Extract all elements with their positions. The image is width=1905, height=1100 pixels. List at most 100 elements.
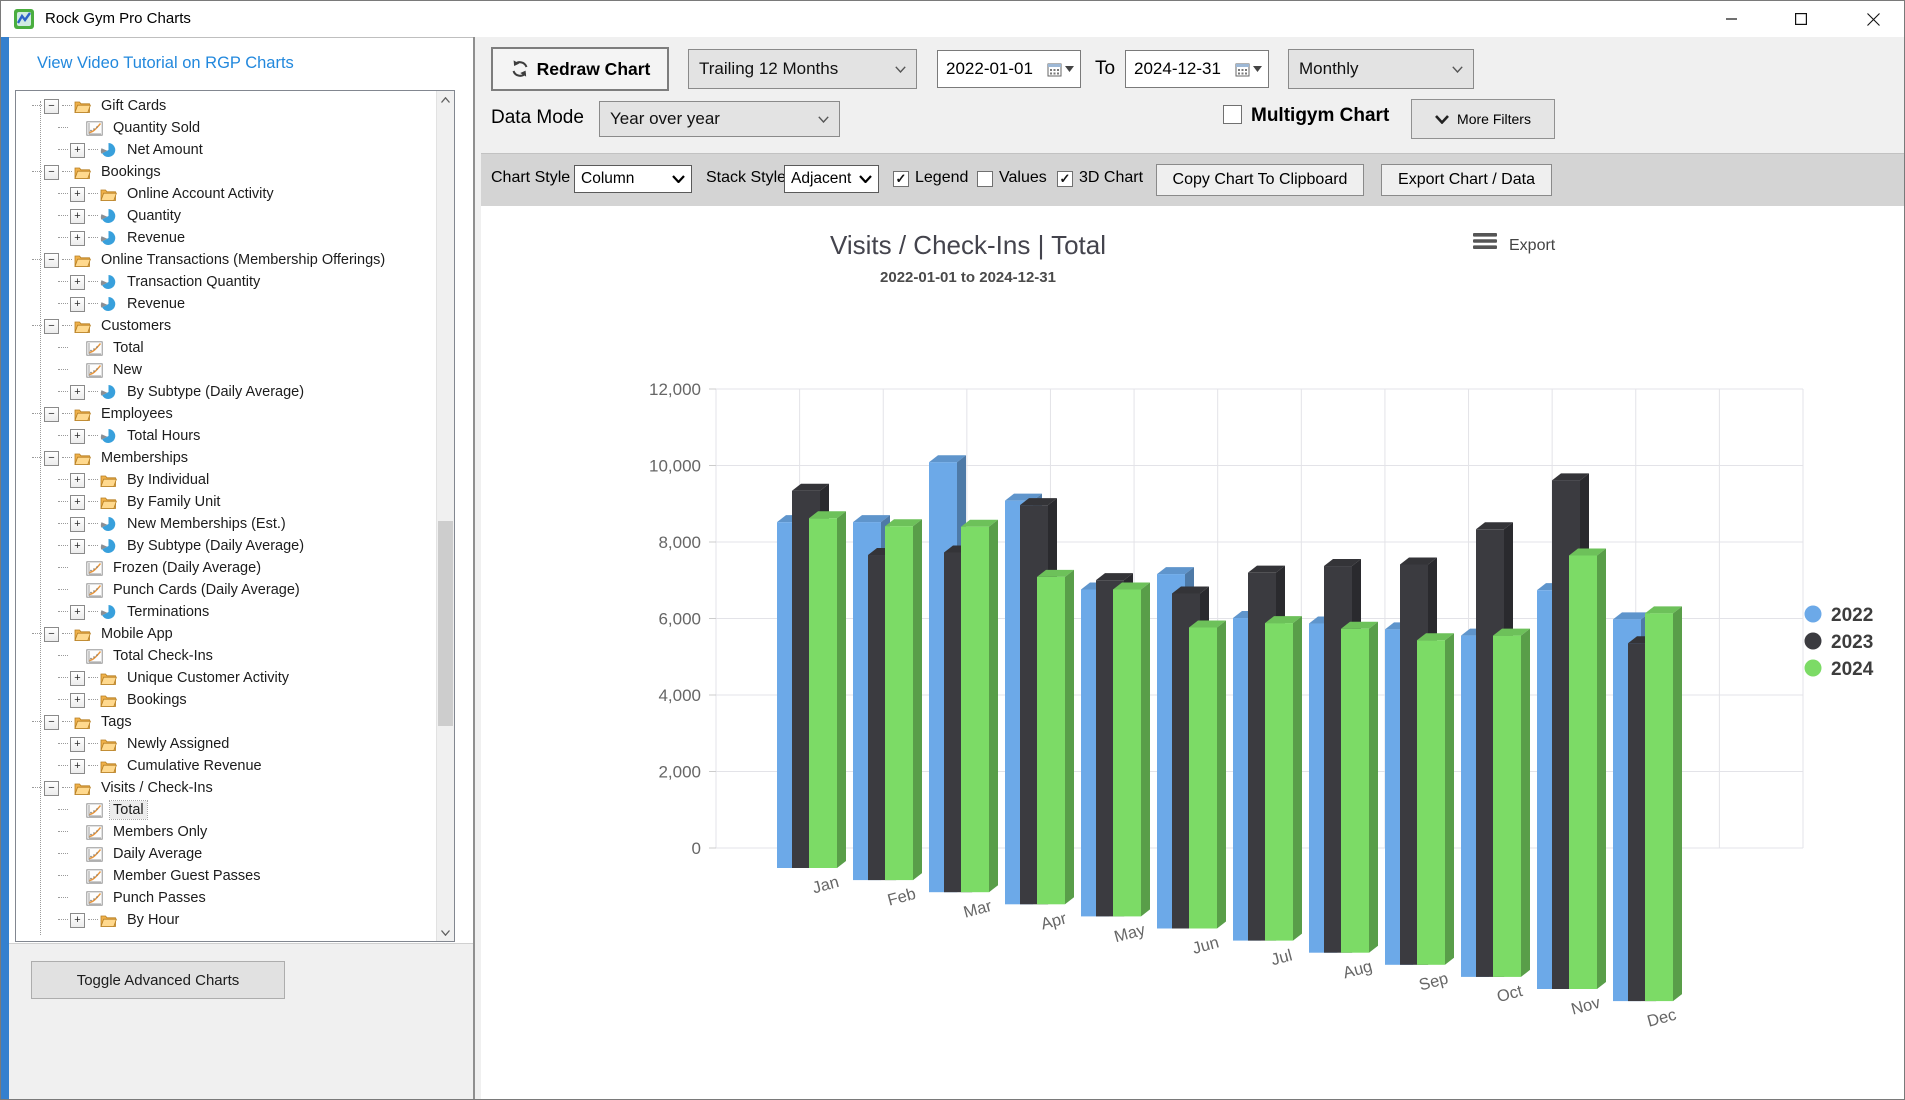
tree-expander[interactable]: +	[70, 275, 85, 290]
tree-item[interactable]: Punch Passes	[16, 887, 436, 909]
tree-item-label[interactable]: By Family Unit	[124, 493, 223, 511]
tree-item[interactable]: + Terminations	[16, 601, 436, 623]
tree-expander[interactable]: −	[44, 319, 59, 334]
tree-item-label[interactable]: Memberships	[98, 449, 191, 467]
tree-expander[interactable]: −	[44, 451, 59, 466]
tree-item-label[interactable]: By Individual	[124, 471, 212, 489]
tree-item[interactable]: + New Memberships (Est.)	[16, 513, 436, 535]
tree-item[interactable]: Member Guest Passes	[16, 865, 436, 887]
tree-item[interactable]: + Revenue	[16, 293, 436, 315]
tree-expander[interactable]: −	[44, 407, 59, 422]
tree-expander[interactable]: +	[70, 693, 85, 708]
tree-expander[interactable]: +	[70, 385, 85, 400]
more-filters-button[interactable]: More Filters	[1411, 99, 1555, 139]
chart3d-checkbox[interactable]: ✓	[1057, 171, 1073, 187]
tree-expander[interactable]: +	[70, 539, 85, 554]
scroll-down-button[interactable]	[437, 924, 454, 941]
tree-expander[interactable]: +	[70, 605, 85, 620]
tree-item[interactable]: New	[16, 359, 436, 381]
tree-item[interactable]: + By Individual	[16, 469, 436, 491]
tree-expander[interactable]: −	[44, 99, 59, 114]
tree-expander[interactable]: +	[70, 187, 85, 202]
maximize-button[interactable]	[1778, 1, 1824, 37]
tree-item[interactable]: + By Family Unit	[16, 491, 436, 513]
tree-item[interactable]: + Quantity	[16, 205, 436, 227]
tree-expander[interactable]: +	[70, 143, 85, 158]
tree-expander[interactable]: +	[70, 759, 85, 774]
legend-checkbox[interactable]: ✓	[893, 171, 909, 187]
tree-item-label[interactable]: Cumulative Revenue	[124, 757, 265, 775]
tree-item[interactable]: +Online Account Activity	[16, 183, 436, 205]
tree-item-label[interactable]: Terminations	[124, 603, 212, 621]
scroll-up-button[interactable]	[437, 91, 454, 108]
tree-expander[interactable]: +	[70, 429, 85, 444]
tree-item-label[interactable]: Punch Passes	[110, 889, 209, 907]
tree-item[interactable]: − Memberships	[16, 447, 436, 469]
tree-item-label[interactable]: New	[110, 361, 145, 379]
tree-item-label[interactable]: By Subtype (Daily Average)	[124, 537, 307, 555]
chart-export-menu[interactable]: Export	[1473, 233, 1556, 254]
tree-item[interactable]: + Unique Customer Activity	[16, 667, 436, 689]
tree-expander[interactable]: +	[70, 231, 85, 246]
tree-item-label[interactable]: Tags	[98, 713, 135, 731]
tree-item-label[interactable]: Total	[110, 801, 147, 819]
close-button[interactable]	[1850, 1, 1896, 37]
tree-expander[interactable]: +	[70, 297, 85, 312]
date-to-field[interactable]: 2024-12-31	[1125, 50, 1269, 88]
tree-expander[interactable]: +	[70, 473, 85, 488]
tree-item[interactable]: + Bookings	[16, 689, 436, 711]
tree-expander[interactable]: +	[70, 517, 85, 532]
tree-expander[interactable]: −	[44, 715, 59, 730]
tree-item-label[interactable]: Newly Assigned	[124, 735, 232, 753]
tree-item-label[interactable]: Total	[110, 339, 147, 357]
tree-item-label[interactable]: New Memberships (Est.)	[124, 515, 289, 533]
tree-expander[interactable]: −	[44, 253, 59, 268]
tree-item[interactable]: −Visits / Check-Ins	[16, 777, 436, 799]
tree-item-label[interactable]: By Hour	[124, 911, 182, 929]
tree-item-label[interactable]: Gift Cards	[98, 97, 169, 115]
tree-item[interactable]: +By Subtype (Daily Average)	[16, 381, 436, 403]
tree-item[interactable]: Total	[16, 337, 436, 359]
tree-item[interactable]: Frozen (Daily Average)	[16, 557, 436, 579]
chart-legend[interactable]: 202220232024	[1805, 605, 1874, 680]
tree-expander[interactable]: +	[70, 913, 85, 928]
tree-item-label[interactable]: Frozen (Daily Average)	[110, 559, 264, 577]
tree-item[interactable]: −Bookings	[16, 161, 436, 183]
tree-item-label[interactable]: Quantity Sold	[110, 119, 203, 137]
tree-expander[interactable]: +	[70, 671, 85, 686]
tree-item-label[interactable]: Total Hours	[124, 427, 203, 445]
tree-item[interactable]: + Transaction Quantity	[16, 271, 436, 293]
scrollbar-thumb[interactable]	[438, 521, 453, 726]
tree-item[interactable]: Daily Average	[16, 843, 436, 865]
tree-item[interactable]: −Customers	[16, 315, 436, 337]
tree-item-label[interactable]: Quantity	[124, 207, 184, 225]
tree-item-label[interactable]: Revenue	[124, 295, 188, 313]
values-checkbox[interactable]	[977, 171, 993, 187]
export-chart-data-button[interactable]: Export Chart / Data	[1381, 164, 1552, 196]
tree-item-label[interactable]: Revenue	[124, 229, 188, 247]
chart-style-select[interactable]: Column	[574, 165, 692, 193]
multigym-checkbox[interactable]	[1223, 105, 1242, 124]
tree-expander[interactable]: +	[70, 209, 85, 224]
tree-item-label[interactable]: Unique Customer Activity	[124, 669, 292, 687]
date-from-field[interactable]: 2022-01-01	[937, 50, 1081, 88]
tree-expander[interactable]: +	[70, 495, 85, 510]
tree-item[interactable]: + Newly Assigned	[16, 733, 436, 755]
tree-item[interactable]: −Mobile App	[16, 623, 436, 645]
tree-item[interactable]: + Total Hours	[16, 425, 436, 447]
tree-item-label[interactable]: Member Guest Passes	[110, 867, 263, 885]
tree-expander[interactable]: −	[44, 165, 59, 180]
tree-item[interactable]: + By Subtype (Daily Average)	[16, 535, 436, 557]
tree-item[interactable]: − Employees	[16, 403, 436, 425]
tree-item-label[interactable]: Bookings	[124, 691, 190, 709]
tree-item-label[interactable]: Net Amount	[124, 141, 206, 159]
tree-item-label[interactable]: Daily Average	[110, 845, 205, 863]
tree-item-label[interactable]: Visits / Check-Ins	[98, 779, 216, 797]
tree-expander[interactable]: +	[70, 737, 85, 752]
tree-item[interactable]: −Online Transactions (Membership Offerin…	[16, 249, 436, 271]
tree-item[interactable]: + By Hour	[16, 909, 436, 931]
tree-item[interactable]: + Net Amount	[16, 139, 436, 161]
data-mode-select[interactable]: Year over year	[599, 101, 840, 137]
tree-item-label[interactable]: Employees	[98, 405, 176, 423]
tree-item-label[interactable]: Transaction Quantity	[124, 273, 263, 291]
